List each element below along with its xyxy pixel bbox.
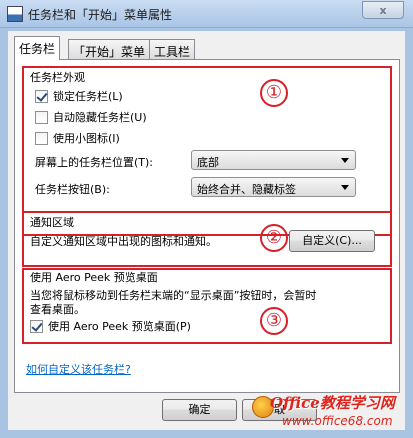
group-title-notification: 通知区域 bbox=[30, 216, 74, 229]
checkbox-label: 自动隐藏任务栏(U) bbox=[53, 111, 147, 124]
aero-peek-description-line-2: 查看桌面。 bbox=[30, 303, 85, 316]
tab-label: 任务栏 bbox=[19, 42, 56, 56]
tab-label: 「开始」菜单 bbox=[73, 45, 146, 59]
close-icon: x bbox=[379, 3, 387, 17]
watermark: Office教程学习网 www.office68.com bbox=[252, 392, 412, 436]
checkbox-label: 锁定任务栏(L) bbox=[53, 90, 123, 103]
aero-peek-checkbox[interactable]: 使用 Aero Peek 预览桌面(P) bbox=[30, 318, 191, 334]
close-button[interactable]: x bbox=[362, 1, 404, 19]
lock-taskbar-checkbox[interactable]: 锁定任务栏(L) bbox=[35, 88, 123, 104]
checkbox-label: 使用 Aero Peek 预览桌面(P) bbox=[48, 320, 191, 333]
dialog-client-area: 任务栏 「开始」菜单 工具栏 ① 任务栏外观 锁定任务栏(L) 自动隐藏任务栏(… bbox=[8, 31, 405, 430]
checkbox-label: 使用小图标(I) bbox=[53, 132, 120, 145]
window-title: 任务栏和「开始」菜单属性 bbox=[28, 8, 173, 22]
annotation-number-2: ② bbox=[260, 224, 288, 252]
title-bar: 任务栏和「开始」菜单属性 x bbox=[0, 0, 413, 28]
watermark-title: Office教程学习网 bbox=[270, 394, 395, 412]
annotation-number-1: ① bbox=[260, 79, 288, 107]
position-label: 屏幕上的任务栏位置(T): bbox=[35, 156, 154, 169]
tab-label: 工具栏 bbox=[154, 45, 191, 59]
auto-hide-checkbox[interactable]: 自动隐藏任务栏(U) bbox=[35, 109, 147, 125]
help-link[interactable]: 如何自定义该任务栏? bbox=[26, 361, 131, 377]
customize-button[interactable]: 自定义(C)... bbox=[289, 230, 375, 252]
watermark-url: www.office68.com bbox=[282, 414, 393, 428]
select-value: 底部 bbox=[197, 156, 219, 169]
group-title-appearance: 任务栏外观 bbox=[30, 71, 85, 84]
window-icon bbox=[7, 6, 23, 22]
tab-toolbars[interactable]: 工具栏 bbox=[149, 39, 196, 59]
checkbox-box bbox=[35, 89, 48, 103]
buttons-select[interactable]: 始终合并、隐藏标签 bbox=[191, 177, 356, 197]
checkbox-box bbox=[30, 319, 43, 333]
tab-taskbar[interactable]: 任务栏 bbox=[14, 36, 61, 60]
small-icons-checkbox[interactable]: 使用小图标(I) bbox=[35, 130, 120, 146]
tab-start-menu[interactable]: 「开始」菜单 bbox=[68, 39, 151, 59]
select-value: 始终合并、隐藏标签 bbox=[197, 183, 296, 196]
checkbox-box bbox=[35, 110, 48, 124]
ok-button[interactable]: 确定 bbox=[162, 399, 237, 421]
chevron-down-icon bbox=[341, 185, 349, 190]
buttons-label: 任务栏按钮(B): bbox=[35, 183, 110, 196]
dialog-window: 任务栏和「开始」菜单属性 x 任务栏 「开始」菜单 工具栏 ① 任务栏外观 锁定… bbox=[0, 0, 413, 438]
checkbox-box bbox=[35, 131, 48, 145]
chevron-down-icon bbox=[341, 158, 349, 163]
position-select[interactable]: 底部 bbox=[191, 150, 356, 170]
group-title-aero-peek: 使用 Aero Peek 预览桌面 bbox=[30, 271, 158, 284]
annotation-number-3: ③ bbox=[260, 307, 288, 335]
notification-description: 自定义通知区域中出现的图标和通知。 bbox=[30, 235, 217, 248]
